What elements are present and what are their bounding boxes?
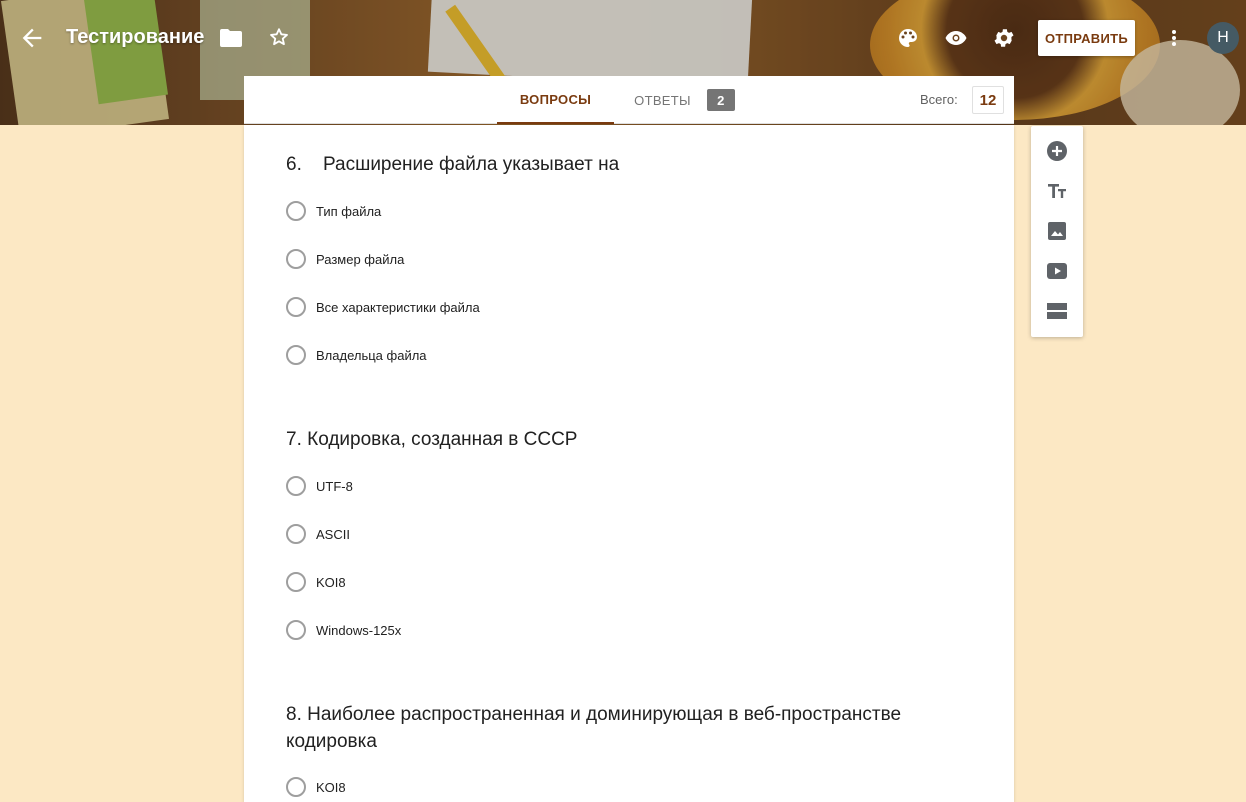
tab-answers-label: ОТВЕТЫ — [634, 92, 691, 108]
section-icon[interactable] — [1045, 299, 1069, 323]
option-label: Размер файла — [316, 251, 405, 267]
option-label: Тип файла — [316, 203, 382, 219]
tabs-bar: ВОПРОСЫ ОТВЕТЫ 2 Всего: 12 — [244, 76, 1014, 124]
tab-questions[interactable]: ВОПРОСЫ — [497, 76, 614, 124]
option-label: Все характеристики файла — [316, 299, 480, 315]
option-item[interactable]: ASCII — [286, 522, 350, 546]
form-card: 6. Расширение файла указывает на Тип фай… — [244, 125, 1014, 802]
add-question-icon[interactable] — [1045, 139, 1069, 163]
option-item[interactable]: UTF-8 — [286, 474, 353, 498]
tab-questions-label: ВОПРОСЫ — [519, 91, 592, 107]
option-label: Владельца файла — [316, 347, 427, 363]
tab-answers[interactable]: ОТВЕТЫ 2 — [628, 76, 741, 124]
title-text-icon[interactable] — [1045, 179, 1069, 203]
radio-button[interactable] — [286, 201, 306, 221]
option-label: KOI8 — [316, 574, 346, 590]
option-item[interactable]: Размер файла — [286, 247, 404, 271]
question-8: 8. Наиболее распространенная и доминирую… — [286, 701, 966, 797]
folder-icon[interactable] — [220, 29, 242, 47]
total-points-label: Всего: — [920, 92, 958, 107]
side-toolbar — [1031, 126, 1083, 337]
radio-button[interactable] — [286, 297, 306, 317]
radio-button[interactable] — [286, 476, 306, 496]
question-6: 6. Расширение файла указывает на Тип фай… — [286, 151, 966, 365]
radio-button[interactable] — [286, 777, 306, 797]
option-item[interactable]: KOI8 — [286, 775, 346, 799]
gear-icon[interactable] — [992, 26, 1016, 50]
back-arrow-icon[interactable] — [18, 24, 46, 52]
palette-icon[interactable] — [896, 26, 920, 50]
radio-button[interactable] — [286, 572, 306, 592]
eye-icon[interactable] — [944, 26, 968, 50]
avatar[interactable]: Н — [1207, 22, 1239, 54]
answers-count-badge: 2 — [706, 89, 735, 111]
option-label: Windows-125x — [316, 622, 402, 638]
option-item[interactable]: Все характеристики файла — [286, 295, 480, 319]
radio-button[interactable] — [286, 345, 306, 365]
option-item[interactable]: Владельца файла — [286, 343, 427, 367]
question-title: 7. Кодировка, созданная в СССР — [286, 429, 578, 450]
option-item[interactable]: Тип файла — [286, 199, 381, 223]
send-button[interactable]: ОТПРАВИТЬ — [1038, 20, 1135, 56]
document-title[interactable]: Тестирование — [66, 26, 204, 49]
top-bar: Тестирование ОТПРАВИТЬ Н — [0, 0, 1246, 76]
image-icon[interactable] — [1045, 219, 1069, 243]
total-points-value[interactable]: 12 — [972, 86, 1004, 114]
more-vert-icon[interactable] — [1164, 26, 1184, 50]
question-title: 8. Наиболее распространенная и доминирую… — [286, 704, 907, 752]
option-label: ASCII — [316, 526, 350, 542]
star-icon[interactable] — [268, 26, 290, 48]
video-icon[interactable] — [1045, 259, 1069, 283]
option-label: UTF-8 — [316, 478, 353, 494]
option-item[interactable]: KOI8 — [286, 570, 346, 594]
radio-button[interactable] — [286, 524, 306, 544]
radio-button[interactable] — [286, 249, 306, 269]
option-label: KOI8 — [316, 779, 346, 795]
option-item[interactable]: Windows-125x — [286, 618, 401, 642]
radio-button[interactable] — [286, 620, 306, 640]
question-7: 7. Кодировка, созданная в СССР UTF-8 ASC… — [286, 426, 966, 640]
question-title: 6. Расширение файла указывает на — [286, 154, 620, 175]
